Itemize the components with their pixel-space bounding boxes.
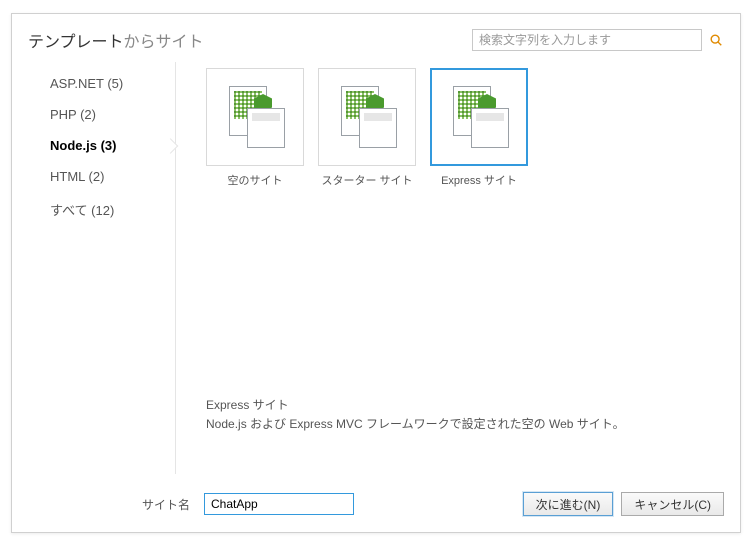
template-thumb	[430, 68, 528, 166]
category-sidebar: ASP.NET (5) PHP (2) Node.js (3) HTML (2)…	[28, 62, 176, 474]
dialog-footer: サイト名 次に進む(N) キャンセル(C)	[12, 482, 740, 532]
title-light: からサイト	[124, 34, 204, 51]
template-label: Express サイト	[430, 172, 528, 188]
dialog-body: ASP.NET (5) PHP (2) Node.js (3) HTML (2)…	[12, 62, 740, 482]
title-bold: テンプレート	[28, 34, 124, 51]
sidebar-item-aspnet[interactable]: ASP.NET (5)	[28, 68, 175, 99]
dialog-header: テンプレートからサイト	[12, 14, 740, 62]
site-name-input[interactable]	[204, 493, 354, 515]
description-body: Node.js および Express MVC フレームワークで設定された空の …	[206, 415, 724, 434]
search-input[interactable]	[472, 29, 702, 51]
cancel-button[interactable]: キャンセル(C)	[621, 492, 724, 516]
site-icon	[225, 84, 285, 150]
template-starter-site[interactable]: スターター サイト	[318, 68, 416, 188]
template-thumb	[206, 68, 304, 166]
template-grid: 空のサイト スターター サイト	[206, 68, 724, 188]
dialog-title: テンプレートからサイト	[28, 28, 204, 52]
template-label: スターター サイト	[318, 172, 416, 188]
template-empty-site[interactable]: 空のサイト	[206, 68, 304, 188]
template-thumb	[318, 68, 416, 166]
template-label: 空のサイト	[206, 172, 304, 188]
sidebar-item-html[interactable]: HTML (2)	[28, 161, 175, 192]
site-icon	[337, 84, 397, 150]
template-description: Express サイト Node.js および Express MVC フレーム…	[206, 396, 724, 434]
template-dialog: テンプレートからサイト ASP.NET (5) PHP (2) Node.js …	[11, 13, 741, 533]
footer-buttons: 次に進む(N) キャンセル(C)	[523, 492, 724, 516]
sidebar-item-php[interactable]: PHP (2)	[28, 99, 175, 130]
search-icon[interactable]	[708, 32, 724, 48]
description-heading: Express サイト	[206, 396, 724, 415]
search-wrap	[472, 29, 724, 51]
sidebar-item-all[interactable]: すべて (12)	[28, 192, 175, 227]
content-area: 空のサイト スターター サイト	[176, 62, 724, 474]
sidebar-item-nodejs[interactable]: Node.js (3)	[28, 130, 175, 161]
next-button[interactable]: 次に進む(N)	[523, 492, 614, 516]
site-icon	[449, 84, 509, 150]
template-express-site[interactable]: Express サイト	[430, 68, 528, 188]
site-name-label: サイト名	[28, 496, 204, 513]
